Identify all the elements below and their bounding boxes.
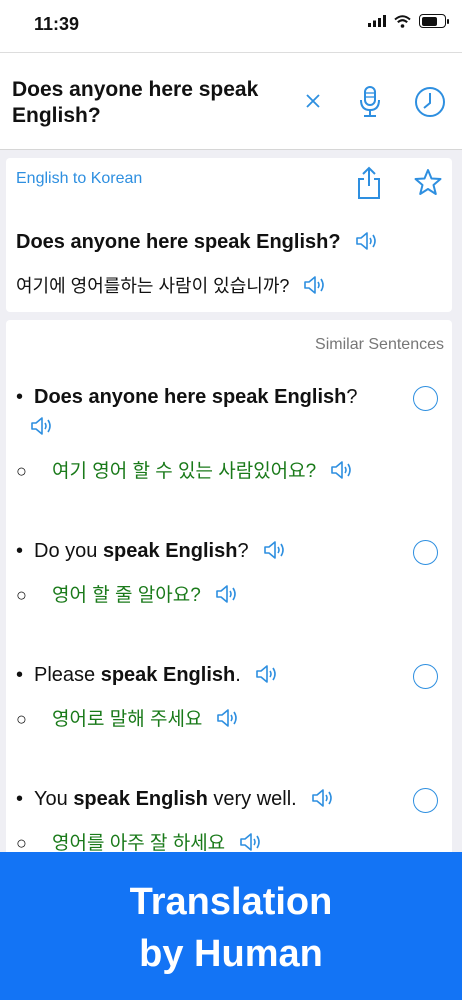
select-radio[interactable] xyxy=(413,540,438,565)
status-bar: 11:39 xyxy=(0,0,462,52)
speaker-icon[interactable] xyxy=(263,539,289,570)
select-radio[interactable] xyxy=(413,788,438,813)
translation-card: English to Korean Does anyone here speak… xyxy=(6,158,452,312)
share-icon[interactable] xyxy=(356,166,382,200)
speaker-icon[interactable] xyxy=(30,415,56,446)
similar-korean: ○ 여기 영어 할 수 있는 사람있어요? xyxy=(16,456,356,487)
similar-sentences-card: Similar Sentences • Does anyone here spea… xyxy=(6,320,452,860)
search-bar[interactable]: Does anyone here speak English? xyxy=(0,52,462,150)
select-radio[interactable] xyxy=(413,664,438,689)
similar-sentences-label: Similar Sentences xyxy=(315,336,444,353)
similar-korean: ○ 영어로 말해 주세요 xyxy=(16,704,242,735)
signal-icon xyxy=(368,15,386,27)
speaker-icon[interactable] xyxy=(311,787,337,818)
similar-korean: ○ 영어 할 줄 알아요? xyxy=(16,580,241,611)
banner-line-2: by Human xyxy=(139,933,323,975)
target-sentence: 여기에 영어를하는 사람이 있습니까? xyxy=(16,272,329,301)
language-pair[interactable]: English to Korean xyxy=(16,170,142,188)
speaker-icon[interactable] xyxy=(215,583,241,611)
similar-english: • Does anyone here speak English? xyxy=(16,382,386,446)
speaker-icon[interactable] xyxy=(303,274,329,301)
clock-icon[interactable] xyxy=(414,86,446,118)
close-icon[interactable] xyxy=(305,93,321,109)
similar-english: • You speak English very well. xyxy=(16,784,386,818)
speaker-icon[interactable] xyxy=(355,230,381,258)
status-time: 11:39 xyxy=(34,14,80,34)
microphone-icon[interactable] xyxy=(358,85,382,119)
speaker-icon[interactable] xyxy=(255,663,281,694)
wifi-icon xyxy=(394,14,411,28)
search-query[interactable]: Does anyone here speak English? xyxy=(12,77,292,129)
status-icons xyxy=(368,14,449,28)
similar-english: • Do you speak English? xyxy=(16,536,386,570)
source-sentence: Does anyone here speak English? xyxy=(16,230,381,258)
speaker-icon[interactable] xyxy=(216,707,242,735)
similar-english: • Please speak English. xyxy=(16,660,386,694)
banner-line-1: Translation xyxy=(129,881,333,923)
star-icon[interactable] xyxy=(414,168,442,196)
promo-banner: Translation by Human xyxy=(0,852,462,1000)
battery-icon xyxy=(419,14,449,28)
speaker-icon[interactable] xyxy=(330,459,356,487)
select-radio[interactable] xyxy=(413,386,438,411)
